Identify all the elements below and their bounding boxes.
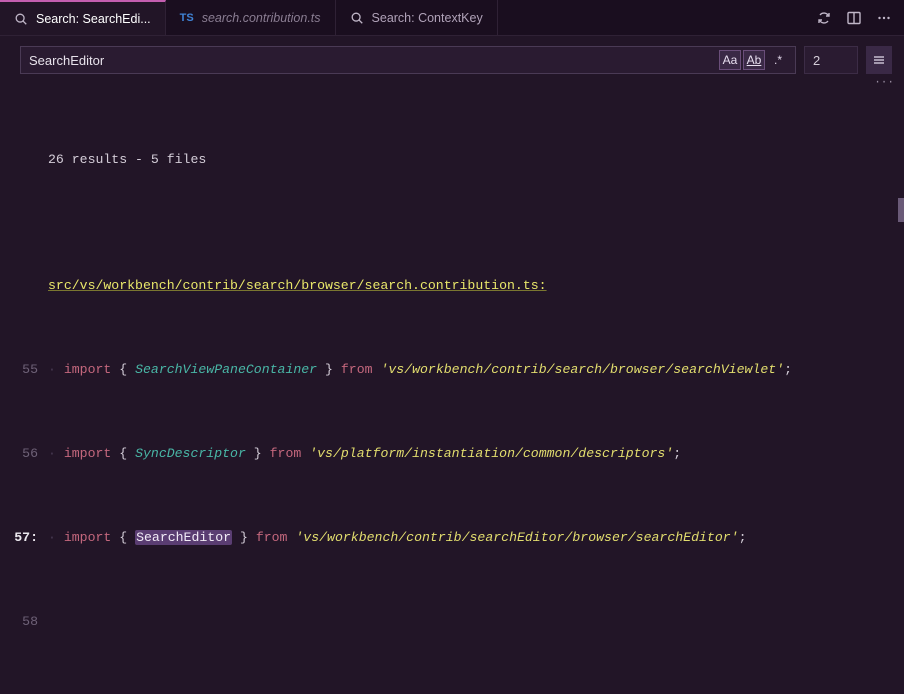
search-toggles: Aa Ab .* bbox=[719, 50, 789, 70]
minimap-highlight bbox=[898, 198, 904, 222]
result-line[interactable]: 56· import { SyncDescriptor } from 'vs/p… bbox=[0, 443, 904, 464]
match-word-toggle[interactable]: Ab bbox=[743, 50, 765, 70]
tab-label: Search: ContextKey bbox=[372, 11, 483, 25]
tab-label: search.contribution.ts bbox=[202, 11, 321, 25]
refresh-icon[interactable] bbox=[816, 10, 832, 26]
split-editor-icon[interactable] bbox=[846, 10, 862, 26]
result-line[interactable]: 55· import { SearchViewPaneContainer } f… bbox=[0, 359, 904, 380]
toggle-details-icon[interactable] bbox=[866, 46, 892, 74]
editor-tabbar: Search: SearchEdi... TS search.contribut… bbox=[0, 0, 904, 36]
tabbar-actions bbox=[804, 0, 904, 35]
result-line[interactable]: 58 bbox=[0, 611, 904, 632]
search-icon bbox=[350, 11, 364, 25]
results-summary: 26 results - 5 files bbox=[0, 149, 904, 170]
context-lines-input[interactable] bbox=[804, 46, 858, 74]
tabbar-spacer bbox=[498, 0, 804, 35]
ellipsis-icon[interactable]: ··· bbox=[874, 77, 894, 89]
result-line[interactable]: 57· import { SearchEditor } from 'vs/wor… bbox=[0, 527, 904, 548]
search-results: 26 results - 5 files src/vs/workbench/co… bbox=[0, 78, 904, 694]
more-icon[interactable] bbox=[876, 10, 892, 26]
tab-label: Search: SearchEdi... bbox=[36, 12, 151, 26]
search-icon bbox=[14, 12, 28, 26]
file-header[interactable]: src/vs/workbench/contrib/search/browser/… bbox=[0, 275, 904, 296]
search-input[interactable] bbox=[29, 53, 719, 68]
tab-search-editor[interactable]: Search: SearchEdi... bbox=[0, 0, 166, 35]
ts-icon: TS bbox=[180, 12, 194, 24]
regex-toggle[interactable]: .* bbox=[767, 50, 789, 70]
tab-file-contribution[interactable]: TS search.contribution.ts bbox=[166, 0, 336, 35]
search-header: Aa Ab .* ··· bbox=[0, 36, 904, 78]
match-case-toggle[interactable]: Aa bbox=[719, 50, 741, 70]
search-input-container: Aa Ab .* bbox=[20, 46, 796, 74]
tab-search-contextkey[interactable]: Search: ContextKey bbox=[336, 0, 498, 35]
